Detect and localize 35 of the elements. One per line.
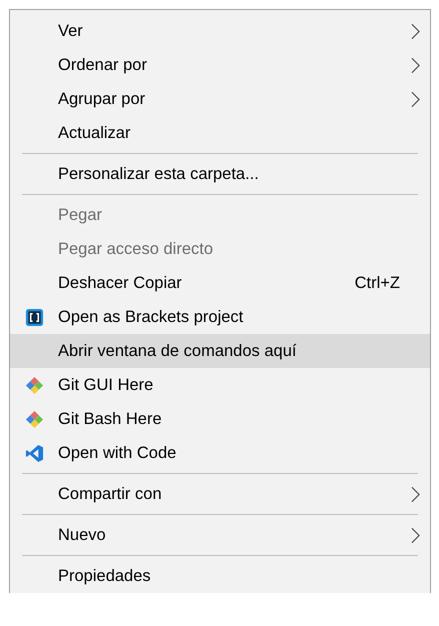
brackets-icon [24, 308, 44, 326]
menu-item[interactable]: Ordenar por [10, 48, 430, 82]
menu-item-label: Git Bash Here [58, 410, 163, 428]
menu-item[interactable]: Actualizar [10, 116, 430, 150]
menu-item-label: Deshacer Copiar [58, 274, 183, 292]
menu-item[interactable]: Git GUI Here [10, 368, 430, 402]
menu-item-label: Open as Brackets project [58, 308, 244, 326]
menu-item[interactable]: Abrir ventana de comandos aquí [10, 334, 430, 368]
menu-item-label: Open with Code [58, 444, 178, 462]
menu-item-label: Pegar acceso directo [58, 240, 214, 258]
menu-item[interactable]: Personalizar esta carpeta... [10, 157, 430, 191]
menu-item-label: Pegar [58, 206, 104, 224]
menu-item[interactable]: Open as Brackets project [10, 300, 430, 334]
menu-item[interactable]: Git Bash Here [10, 402, 430, 436]
menu-item[interactable]: Open with Code [10, 436, 430, 470]
menu-item[interactable]: Ver [10, 14, 430, 48]
diamond-icon [24, 376, 44, 394]
menu-item[interactable]: Agrupar por [10, 82, 430, 116]
diamond-icon [24, 410, 44, 428]
menu-item-label: Abrir ventana de comandos aquí [58, 342, 298, 360]
menu-item-label: Actualizar [58, 124, 132, 142]
menu-item-label: Personalizar esta carpeta... [58, 164, 260, 184]
ribbon-icon [24, 444, 44, 462]
menu-item[interactable]: Deshacer Copiar Ctrl+Z [10, 266, 430, 300]
menu-item-label: Git GUI Here [58, 376, 154, 394]
menu-item[interactable]: Compartir con [10, 477, 430, 511]
menu-item-label: Agrupar por [58, 90, 146, 108]
menu-item-label: Propiedades [58, 566, 152, 586]
menu-item-label: Compartir con [58, 484, 163, 504]
menu-item-label: Nuevo [58, 526, 107, 544]
menu-item[interactable]: Nuevo [10, 518, 430, 552]
menu-item[interactable]: Propiedades [10, 559, 430, 593]
menu-item-label: Ordenar por [58, 56, 148, 74]
menu-item-label: Ver [58, 22, 84, 40]
shortcut-label: Ctrl+Z [354, 274, 400, 292]
